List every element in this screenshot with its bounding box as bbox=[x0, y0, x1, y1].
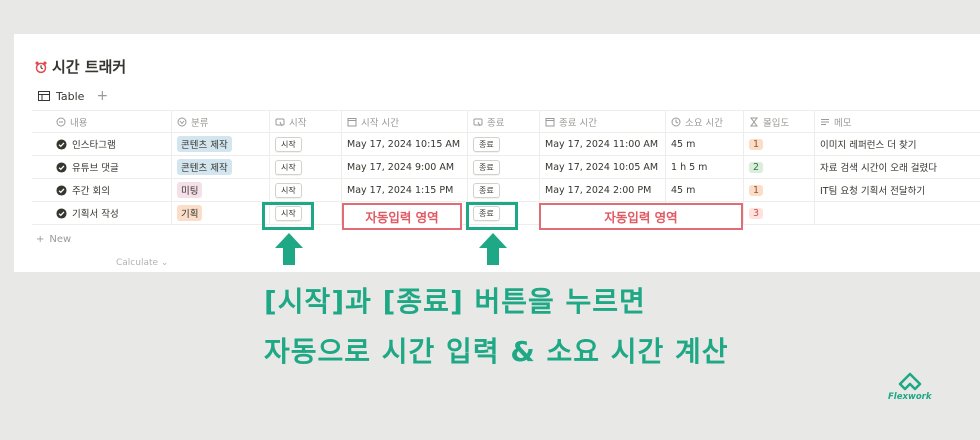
focus-badge: 3 bbox=[749, 207, 764, 219]
row-end-time[interactable]: May 17, 2024 11:00 AM bbox=[540, 133, 666, 156]
end-button[interactable]: 종료 bbox=[473, 159, 500, 175]
category-tag: 콘텐츠 제작 bbox=[177, 136, 232, 152]
button-icon bbox=[473, 118, 483, 126]
clock-icon bbox=[671, 117, 681, 126]
caption-line-1: [시작]과 [종료] 버튼을 누르면 bbox=[264, 285, 646, 318]
row-memo[interactable] bbox=[815, 202, 980, 225]
col-header-start[interactable]: 시작 bbox=[270, 110, 342, 133]
category-tag: 기획 bbox=[177, 205, 203, 221]
col-header-start-time[interactable]: 시작 시간 bbox=[342, 110, 468, 133]
select-icon bbox=[177, 117, 187, 126]
row-name[interactable]: 기획서 작성 bbox=[32, 202, 172, 225]
row-category[interactable]: 콘텐츠 제작 bbox=[172, 156, 270, 179]
row-memo[interactable]: 자료 검색 시간이 오래 걸렸다 bbox=[815, 156, 980, 179]
table-row[interactable]: 인스타그램 콘텐츠 제작 시작 May 17, 2024 10:15 AM 종료… bbox=[32, 133, 980, 156]
end-button-highlight bbox=[466, 202, 518, 230]
alarm-clock-icon bbox=[35, 60, 47, 73]
auto-input-end-area: 자동입력 영역 bbox=[539, 203, 743, 230]
text-icon bbox=[821, 118, 829, 125]
end-button[interactable]: 종료 bbox=[473, 136, 500, 152]
check-circle-icon bbox=[56, 161, 67, 173]
col-header-category[interactable]: 분류 bbox=[172, 110, 270, 133]
calendar-icon bbox=[545, 117, 555, 126]
row-focus[interactable]: 2 bbox=[744, 156, 815, 179]
row-duration: 1 h 5 m bbox=[666, 156, 744, 179]
new-row-button[interactable]: + New bbox=[36, 234, 71, 245]
row-start-time[interactable]: May 17, 2024 10:15 AM bbox=[342, 133, 468, 156]
add-view-button[interactable]: + bbox=[96, 88, 108, 104]
table-row[interactable]: 주간 회의 미팅 시작 May 17, 2024 1:15 PM 종료 May … bbox=[32, 179, 980, 202]
check-circle-icon bbox=[56, 184, 67, 196]
up-arrow-icon bbox=[479, 233, 507, 265]
view-tabs: Table + bbox=[38, 88, 108, 104]
tab-table[interactable]: Table bbox=[56, 90, 84, 103]
end-button[interactable]: 종료 bbox=[473, 182, 500, 198]
table-header: 내용 분류 시작 시작 시간 종료 종료 시간 소요 시간 몰입도 메모 bbox=[32, 110, 980, 133]
row-name[interactable]: 유튜브 댓글 bbox=[32, 156, 172, 179]
button-icon bbox=[275, 118, 285, 126]
start-button-highlight bbox=[262, 202, 314, 230]
row-focus[interactable]: 3 bbox=[744, 202, 815, 225]
calendar-icon bbox=[347, 117, 357, 126]
focus-badge: 1 bbox=[749, 138, 764, 150]
start-button[interactable]: 시작 bbox=[275, 136, 302, 152]
col-header-memo[interactable]: 메모 bbox=[815, 110, 980, 133]
row-end: 종료 bbox=[468, 133, 540, 156]
row-duration: 45 m bbox=[666, 179, 744, 202]
flexwork-logo: Flexwork bbox=[888, 372, 932, 402]
col-header-end-time[interactable]: 종료 시간 bbox=[540, 110, 666, 133]
logo-text: Flexwork bbox=[888, 392, 932, 402]
start-button[interactable]: 시작 bbox=[275, 159, 302, 175]
row-start-time[interactable]: May 17, 2024 9:00 AM bbox=[342, 156, 468, 179]
title-icon bbox=[56, 117, 66, 126]
page-title: 시간 트래커 bbox=[52, 58, 127, 76]
row-end-time[interactable]: May 17, 2024 2:00 PM bbox=[540, 179, 666, 202]
row-start-time[interactable]: May 17, 2024 1:15 PM bbox=[342, 179, 468, 202]
up-arrow-icon bbox=[275, 233, 303, 265]
col-header-focus[interactable]: 몰입도 bbox=[744, 110, 815, 133]
row-end: 종료 bbox=[468, 156, 540, 179]
category-tag: 콘텐츠 제작 bbox=[177, 159, 232, 175]
col-header-end[interactable]: 종료 bbox=[468, 110, 540, 133]
col-header-name[interactable]: 내용 bbox=[32, 110, 172, 133]
check-circle-icon bbox=[56, 138, 67, 150]
auto-input-start-area: 자동입력 영역 bbox=[342, 203, 462, 230]
row-end-time[interactable]: May 17, 2024 10:05 AM bbox=[540, 156, 666, 179]
title-row: 시간 트래커 bbox=[34, 56, 126, 77]
row-focus[interactable]: 1 bbox=[744, 133, 815, 156]
table-icon bbox=[38, 91, 50, 101]
row-memo[interactable]: 이미지 레퍼런스 더 찾기 bbox=[815, 133, 980, 156]
flexwork-logo-icon bbox=[898, 372, 921, 391]
hourglass-icon bbox=[750, 117, 758, 126]
table-row[interactable]: 유튜브 댓글 콘텐츠 제작 시작 May 17, 2024 9:00 AM 종료… bbox=[32, 156, 980, 179]
start-button[interactable]: 시작 bbox=[275, 182, 302, 198]
focus-badge: 2 bbox=[749, 161, 764, 173]
check-circle-icon bbox=[56, 207, 67, 219]
category-tag: 미팅 bbox=[177, 182, 203, 198]
row-start: 시작 bbox=[270, 133, 342, 156]
row-category[interactable]: 미팅 bbox=[172, 179, 270, 202]
focus-badge: 1 bbox=[749, 184, 764, 196]
row-name[interactable]: 주간 회의 bbox=[32, 179, 172, 202]
row-category[interactable]: 콘텐츠 제작 bbox=[172, 133, 270, 156]
caption-line-2: 자동으로 시간 입력 & 소요 시간 계산 bbox=[264, 335, 729, 368]
row-end: 종료 bbox=[468, 179, 540, 202]
row-name[interactable]: 인스타그램 bbox=[32, 133, 172, 156]
col-header-duration[interactable]: 소요 시간 bbox=[666, 110, 744, 133]
row-duration: 45 m bbox=[666, 133, 744, 156]
row-start: 시작 bbox=[270, 179, 342, 202]
plus-icon: + bbox=[36, 234, 45, 245]
row-memo[interactable]: IT팀 요청 기획서 전달하기 bbox=[815, 179, 980, 202]
row-category[interactable]: 기획 bbox=[172, 202, 270, 225]
calculate-button[interactable]: Calculate ⌄ bbox=[116, 258, 168, 268]
row-focus[interactable]: 1 bbox=[744, 179, 815, 202]
row-start: 시작 bbox=[270, 156, 342, 179]
